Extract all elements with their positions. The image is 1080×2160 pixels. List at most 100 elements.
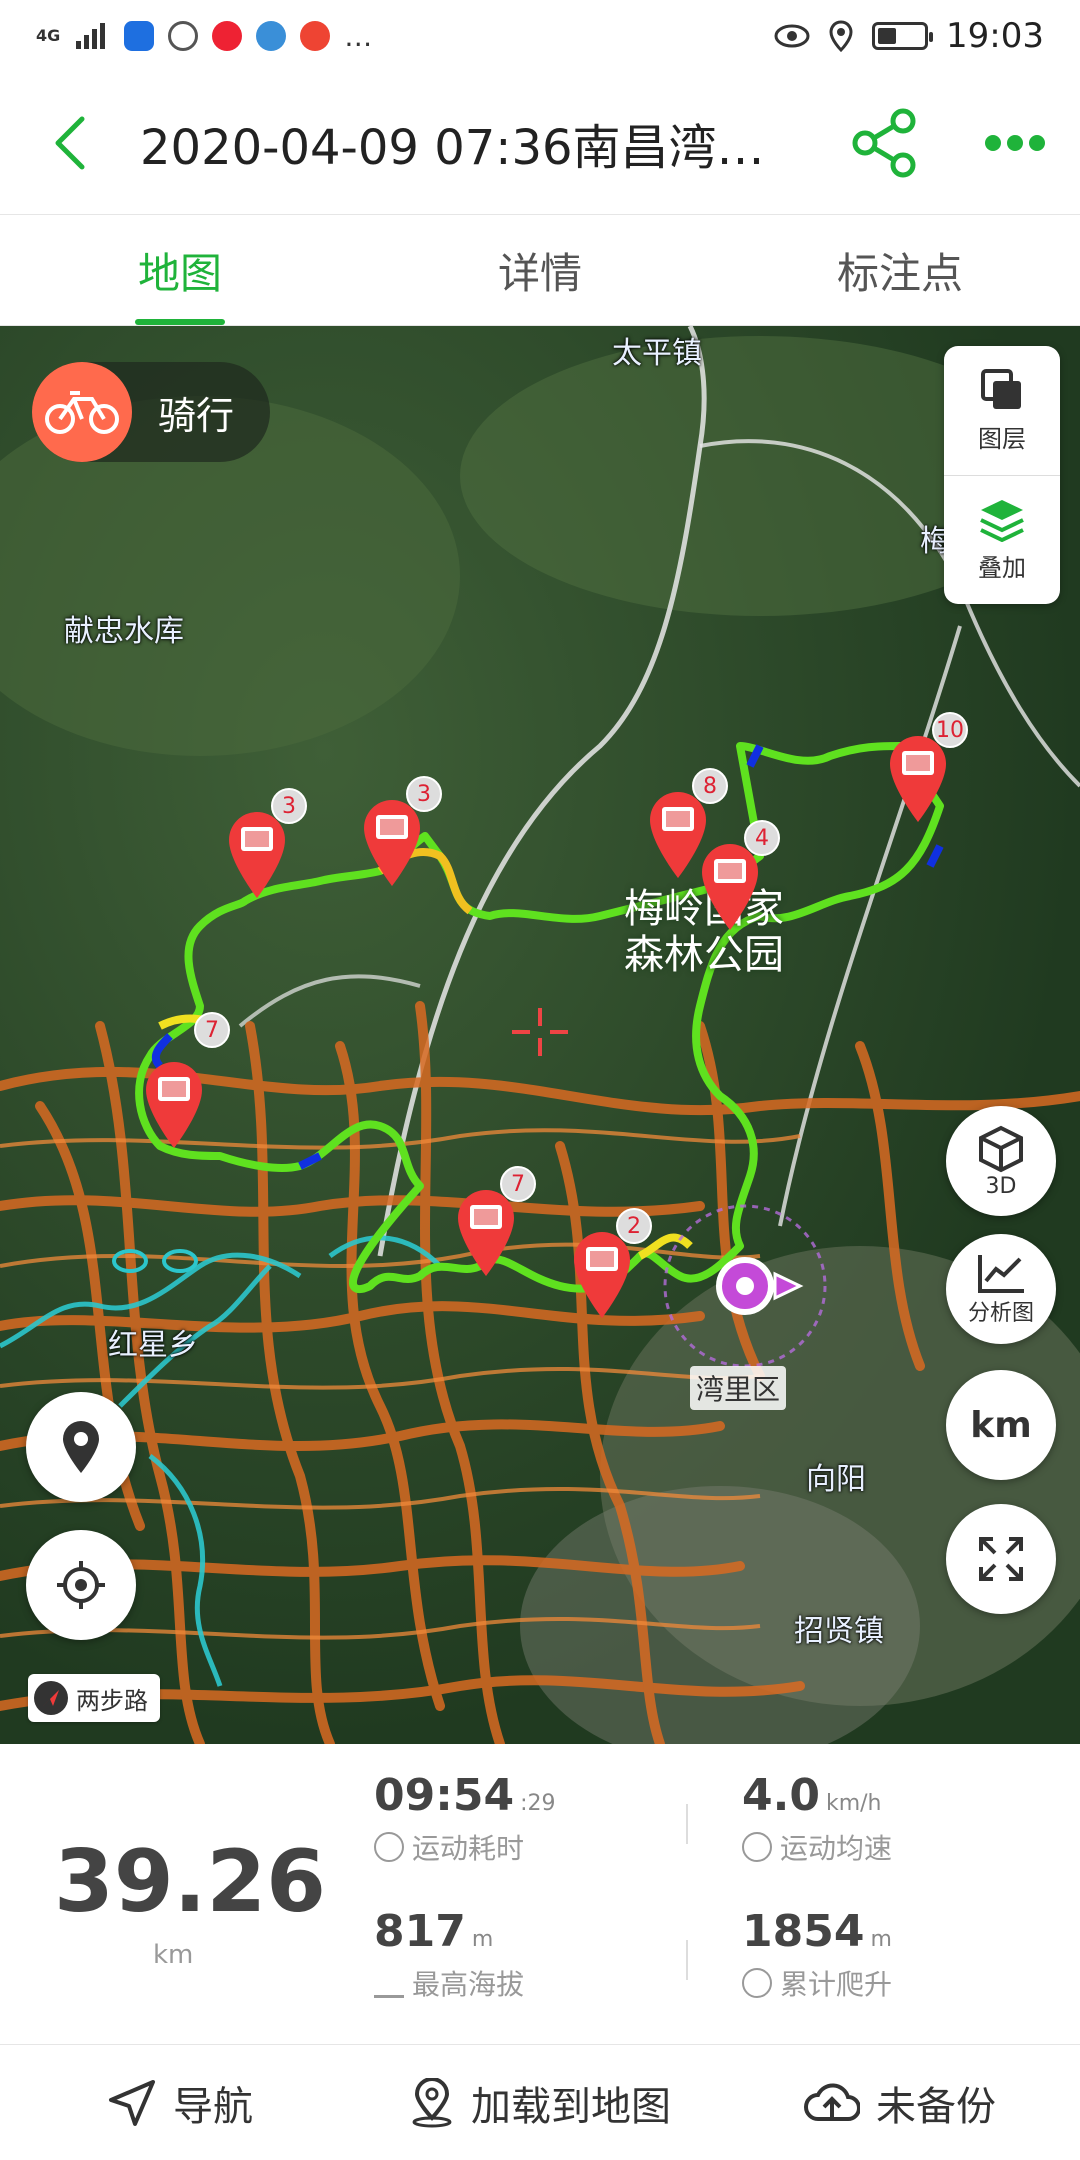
pin-count: 7 [500,1166,536,1202]
back-button[interactable] [0,72,140,214]
photo-pin[interactable]: 4 [700,820,780,932]
layers-icon [981,368,1021,409]
line-chart-icon [978,1255,1024,1293]
expand-icon [979,1537,1023,1581]
status-bar: 4G … 19:03 [0,0,1080,72]
map-view[interactable]: 太平镇 献忠水库 梅岭国家 森林公园 红星乡 湾里区 向阳 招贤镇 梅 骑行 图… [0,326,1080,1744]
unit-toggle-button[interactable]: km [946,1370,1056,1480]
3d-button[interactable]: 3D [946,1106,1056,1216]
pin-count: 3 [406,776,442,812]
location-icon [829,20,853,52]
climb-unit: m [870,1927,892,1952]
status-left: 4G … [36,20,372,53]
analysis-label: 分析图 [967,1301,1034,1326]
avg-speed-value: 4.0 [742,1770,820,1821]
pin-count: 8 [692,768,728,804]
cloud-app-icon [256,21,287,51]
label-zhaoxian: 招贤镇 [794,1614,884,1649]
overlay-button[interactable]: 叠加 [944,474,1060,605]
shield-app-icon [124,21,155,51]
avg-speed-label: 运动均速 [780,1832,893,1865]
photo-pin[interactable]: 7 [144,1012,230,1150]
distance-unit: km [153,1940,194,1970]
analysis-chart-button[interactable]: 分析图 [946,1234,1056,1344]
layers-button[interactable]: 图层 [944,346,1060,475]
clock: 19:03 [946,16,1044,56]
load-to-map-button[interactable]: 加载到地图 [360,2045,720,2160]
photo-pin[interactable]: 7 [456,1166,536,1278]
footprint-pin-icon [63,1421,99,1473]
two-step-label: 两步路 [76,1686,148,1715]
climb-label: 累计爬升 [780,1968,893,2001]
tab-map[interactable]: 地图 [0,215,360,325]
overlay-stack-icon [980,500,1024,543]
eye-icon [774,24,810,48]
backup-button[interactable]: 未备份 [720,2045,1080,2160]
layers-label: 图层 [978,424,1026,453]
avg-speed-stat: 4.0 km/h 运动均速 [742,1770,892,1867]
share-button[interactable] [820,72,950,214]
sport-type-chip: 骑行 [32,362,271,462]
max-altitude-value: 817 [374,1906,466,1957]
network-type: 4G [36,26,61,45]
more-button[interactable] [950,72,1080,214]
navigate-button[interactable]: 导航 [0,2045,360,2160]
navigation-arrow-icon [109,2079,155,2126]
label-taiping: 太平镇 [612,336,702,371]
climb-icon [742,1968,772,1998]
max-altitude-unit: m [471,1927,494,1952]
max-altitude-label: 最高海拔 [412,1968,525,2001]
bicycle-icon [32,362,132,462]
back-arrow-icon [55,116,85,170]
stopwatch-icon [374,1832,404,1862]
photo-pin[interactable]: 10 [888,712,968,824]
two-step-logo: 两步路 [28,1674,160,1722]
photo-pin[interactable]: 8 [648,768,728,880]
max-altitude-stat: 817 m 最高海拔 [374,1906,524,2003]
duration-value: 09:54 [374,1770,515,1821]
km-label: km [970,1404,1032,1446]
backup-label: 未备份 [876,2083,996,2130]
avg-speed-unit: km/h [825,1791,882,1816]
locate-me-button[interactable] [26,1530,136,1640]
weibo-app-icon [300,21,331,51]
mountain-icon [374,1968,404,1998]
label-xiangyang: 向阳 [806,1462,866,1497]
pin-count: 4 [744,820,780,856]
layer-panel: 图层 叠加 [944,346,1060,604]
climb-value: 1854 [742,1906,865,1957]
page-title: 2020-04-09 07:36南昌湾… [140,120,765,176]
photo-pin[interactable]: 2 [572,1208,652,1320]
label-wanli: 湾里区 [690,1366,787,1410]
label-xianzhong: 献忠水库 [64,614,184,649]
footprint-button[interactable] [26,1392,136,1502]
pin-count: 3 [271,788,307,824]
baidu-app-icon [212,21,243,51]
cloud-upload-icon [804,2083,860,2121]
locate-icon [57,1561,105,1609]
browser-app-icon [168,21,199,51]
climb-stat: 1854 m 累计爬升 [742,1906,892,2003]
label-hongxing: 红星乡 [108,1328,198,1363]
total-distance: 39.26 [54,1832,327,1932]
divider [686,1940,688,1980]
3d-label: 3D [985,1173,1017,1199]
tab-waypoints[interactable]: 标注点 [720,215,1080,325]
load-to-map-label: 加载到地图 [471,2083,671,2130]
photo-pin[interactable]: 3 [227,788,307,900]
signal-icon [76,23,106,49]
sport-type-label: 骑行 [158,393,235,438]
top-app-bar: 2020-04-09 07:36南昌湾… [0,72,1080,214]
tab-details[interactable]: 详情 [360,215,720,325]
photo-pin[interactable]: 3 [362,776,442,888]
satellite-map-background [0,326,1080,1744]
bottom-action-bar: 导航 加载到地图 未备份 [0,2044,1080,2160]
duration-stat: 09:54:29 运动耗时 [374,1770,555,1867]
battery-icon [872,22,934,50]
share-icon [852,108,916,178]
pin-count: 2 [616,1208,652,1244]
stats-panel: 39.26 km 09:54:29 运动耗时 4.0 km/h 运动均速 817 m… [0,1744,1080,2044]
fullscreen-button[interactable] [946,1504,1056,1614]
cube-icon [979,1125,1023,1172]
pin-count: 7 [194,1012,230,1048]
